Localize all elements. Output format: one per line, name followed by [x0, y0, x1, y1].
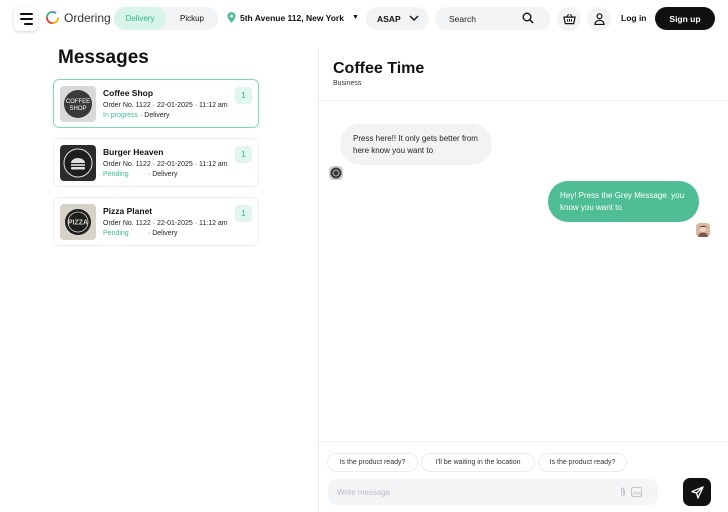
search-placeholder: Search — [449, 13, 476, 24]
order-type: · Delivery — [139, 112, 170, 119]
image-upload-icon[interactable] — [631, 487, 642, 497]
conversation-name: Coffee Shop — [103, 88, 154, 98]
conversation-order-info: Order No. 1122 · 22-01-2025 · 11:12 am — [103, 220, 228, 227]
user-avatar — [696, 223, 710, 237]
location-pin-icon — [227, 12, 236, 23]
signup-button[interactable]: Sign up — [655, 7, 715, 30]
quick-reply-chip[interactable]: Is the product ready? — [327, 453, 418, 472]
basket-icon — [562, 14, 576, 25]
address-text: 5th Avenue 112, New York — [240, 12, 344, 23]
quick-reply-chip[interactable]: Is the product ready? — [538, 453, 627, 472]
unread-badge: 1 — [235, 87, 252, 104]
logo-ring-icon — [45, 10, 60, 25]
conversation-name: Pizza Planet — [103, 206, 153, 216]
burger-heaven-avatar — [60, 145, 96, 181]
user-icon — [593, 13, 605, 25]
quick-reply-chip[interactable]: I'll be waiting in the location — [421, 453, 535, 472]
search-bar[interactable]: Search — [435, 7, 550, 30]
coffee-shop-logo-icon — [330, 167, 342, 179]
coffee-shop-logo-icon: COFFEE SHOP — [64, 90, 92, 118]
caret-down-icon: ▼ — [351, 14, 359, 21]
svg-text:PIZZA: PIZZA — [68, 220, 88, 227]
app-logo[interactable]: Ordering — [45, 10, 111, 25]
message-composer — [328, 479, 658, 505]
incoming-message-bubble[interactable]: Press here!! It only gets better from he… — [340, 124, 492, 165]
composer-divider — [319, 441, 728, 442]
search-icon — [522, 12, 534, 24]
order-status: Pending — [103, 230, 129, 237]
chat-title: Coffee Time — [333, 60, 425, 77]
conversation-card-pizza-planet[interactable]: PIZZA Pizza Planet Order No. 1122 · 22-0… — [53, 197, 259, 246]
coffee-shop-avatar: COFFEE SHOP — [60, 86, 96, 122]
profile-button[interactable] — [587, 7, 611, 31]
conversation-order-info: Order No. 1122 · 22-01-2025 · 11:12 am — [103, 161, 228, 168]
pickup-option[interactable]: Pickup — [166, 7, 218, 30]
address-selector[interactable]: 5th Avenue 112, New York ▼ — [227, 12, 359, 23]
delivery-time-text: ASAP — [377, 13, 401, 24]
burger-logo-icon — [63, 148, 93, 178]
delivery-option[interactable]: Delivery — [114, 7, 166, 30]
panel-divider — [318, 48, 319, 512]
pizza-logo-icon: PIZZA — [65, 209, 91, 235]
chat-subtitle: Business — [333, 80, 362, 87]
business-avatar — [329, 166, 343, 180]
send-icon — [690, 485, 704, 499]
chat-header-divider — [319, 100, 728, 101]
top-nav: Ordering Delivery Pickup 5th Avenue 112,… — [0, 0, 728, 38]
attachment-icon[interactable] — [619, 487, 627, 497]
order-type-toggle: Delivery Pickup — [114, 7, 218, 30]
chevron-down-icon — [409, 15, 419, 21]
cart-button[interactable] — [557, 7, 581, 31]
conversation-order-info: Order No. 1122 · 22-01-2025 · 11:12 am — [103, 102, 228, 109]
send-button[interactable] — [683, 478, 711, 506]
svg-text:SHOP: SHOP — [69, 106, 86, 112]
svg-text:COFFEE: COFFEE — [66, 99, 90, 105]
conversation-card-burger-heaven[interactable]: Burger Heaven Order No. 1122 · 22-01-202… — [53, 138, 259, 187]
order-status: Pending — [103, 171, 129, 178]
login-link[interactable]: Log in — [621, 13, 647, 23]
conversation-status-line: Pending · Delivery — [103, 230, 178, 237]
unread-badge: 1 — [235, 146, 252, 163]
user-photo-icon — [696, 223, 710, 237]
message-input[interactable] — [328, 479, 608, 505]
order-status: In progress — [103, 112, 139, 119]
order-type: · Delivery — [147, 230, 178, 237]
conversation-status-line: Pending · Delivery — [103, 171, 178, 178]
outgoing-message-bubble[interactable]: Hey! Press the Grey Message. you know yo… — [548, 181, 699, 222]
hamburger-menu-button[interactable] — [14, 7, 38, 31]
order-type: · Delivery — [147, 171, 178, 178]
conversation-card-coffee-shop[interactable]: COFFEE SHOP Coffee Shop Order No. 1122 ·… — [53, 79, 259, 128]
logo-text: Ordering — [64, 10, 111, 25]
conversation-name: Burger Heaven — [103, 147, 164, 157]
conversation-status-line: In progress · Delivery — [103, 112, 170, 119]
messages-title: Messages — [58, 47, 149, 68]
delivery-time-selector[interactable]: ASAP — [366, 7, 429, 30]
unread-badge: 1 — [235, 205, 252, 222]
pizza-planet-avatar: PIZZA — [60, 204, 96, 240]
